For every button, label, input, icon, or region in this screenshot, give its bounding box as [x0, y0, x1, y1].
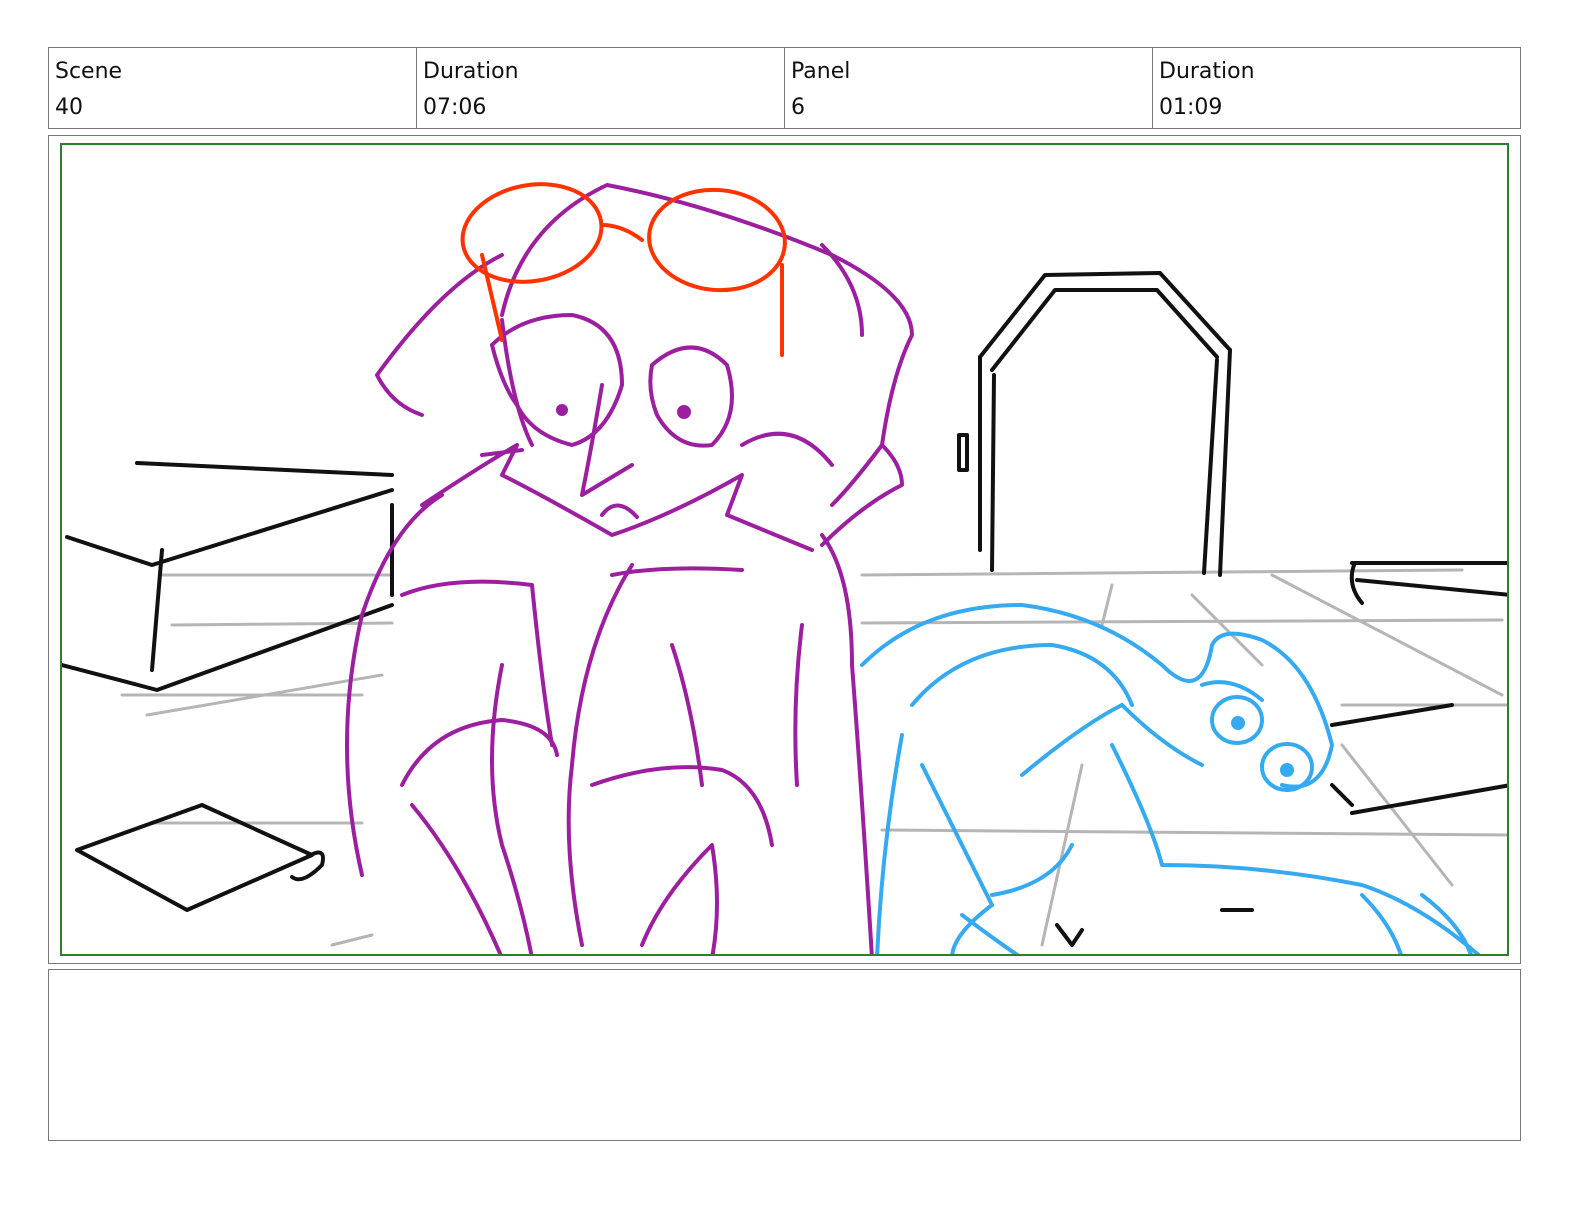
storyboard-sketch-drawing — [62, 182, 1507, 954]
panel-duration-cell: Duration 01:09 — [1153, 48, 1520, 128]
character-two-sketch — [860, 603, 1481, 954]
panel-duration-label: Duration — [1159, 59, 1255, 84]
scene-value[interactable]: 40 — [55, 90, 410, 126]
panel-label: Panel — [791, 59, 851, 84]
safe-area-frame — [60, 143, 1509, 956]
scene-duration-value[interactable]: 07:06 — [423, 90, 778, 126]
panel-frame — [48, 135, 1521, 964]
panel-duration-value[interactable]: 01:09 — [1159, 90, 1514, 126]
storyboard-header: Scene 40 Duration 07:06 Panel 6 Duration… — [48, 47, 1521, 129]
scene-cell: Scene 40 — [49, 48, 417, 128]
character-one-sketch — [345, 183, 914, 954]
scene-label: Scene — [55, 59, 123, 84]
scene-duration-cell: Duration 07:06 — [417, 48, 785, 128]
panel-value[interactable]: 6 — [791, 90, 1146, 126]
scene-duration-label: Duration — [423, 59, 519, 84]
panel-cell: Panel 6 — [785, 48, 1153, 128]
notes-area[interactable] — [48, 969, 1521, 1141]
background-props — [62, 271, 1507, 947]
